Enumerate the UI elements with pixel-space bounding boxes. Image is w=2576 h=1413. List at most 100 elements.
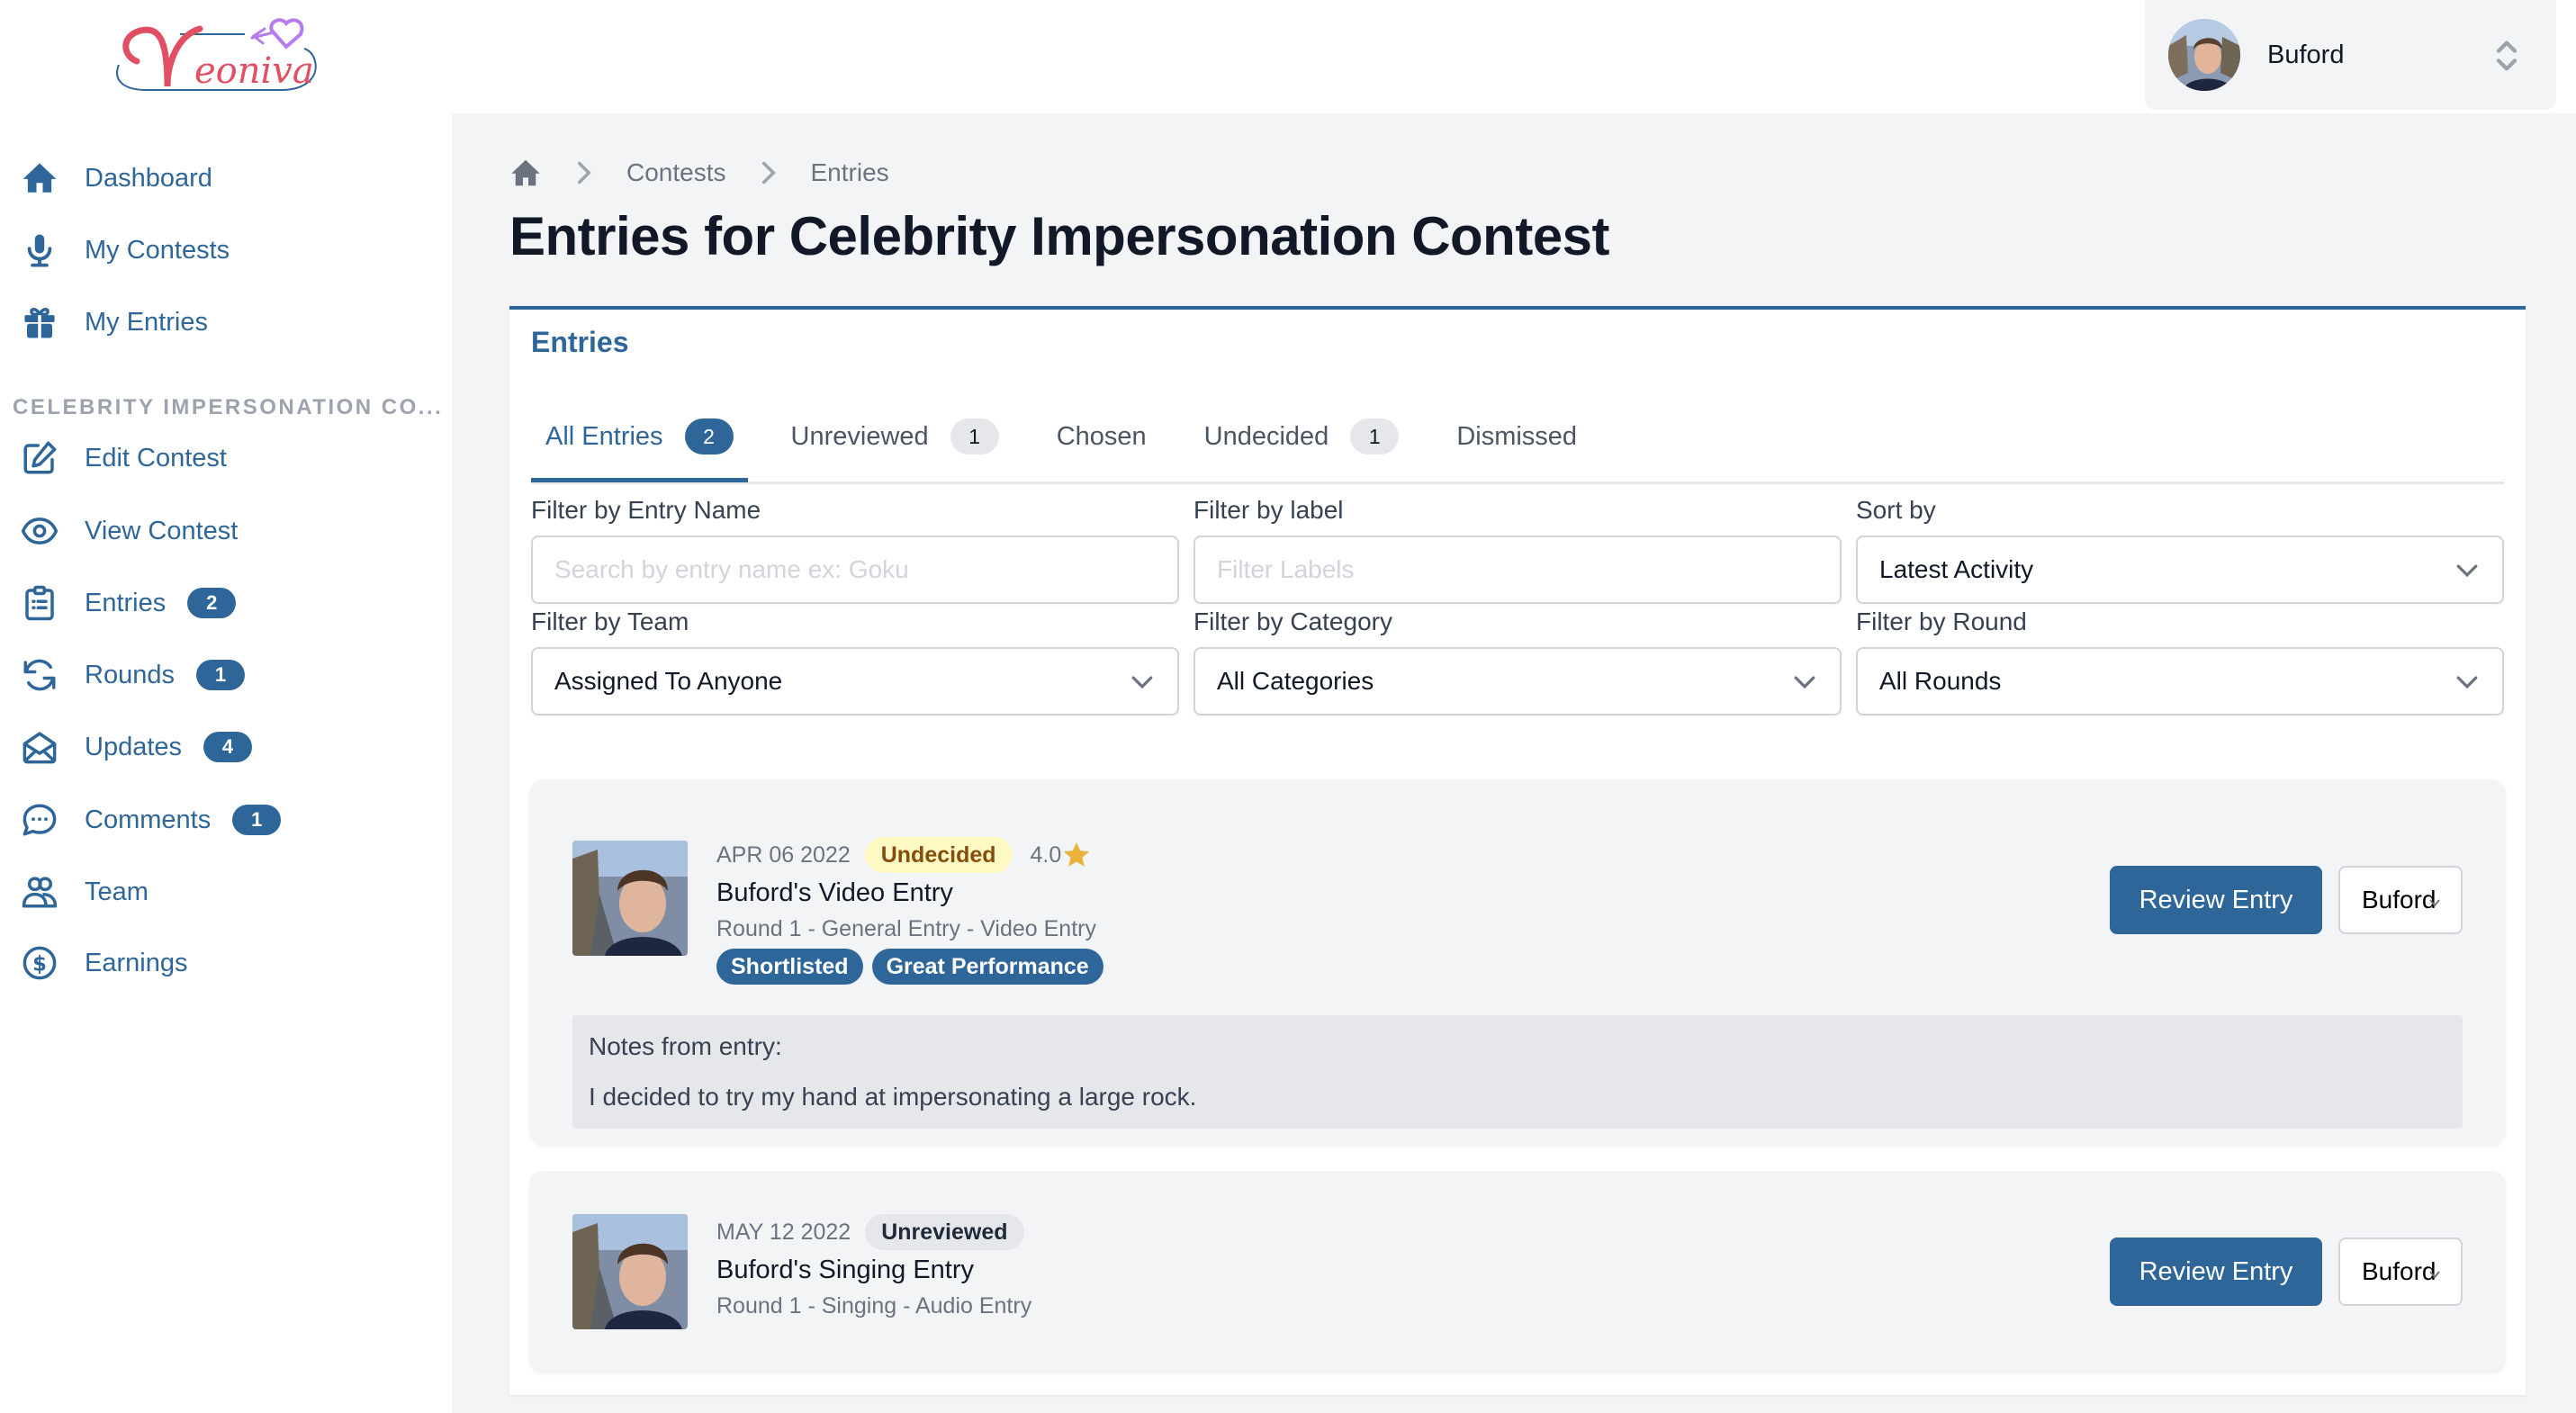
- notes-text: I decided to try my hand at impersonatin…: [589, 1083, 1197, 1111]
- notes-heading: Notes from entry:: [589, 1032, 782, 1060]
- assignee-select[interactable]: Buford: [2338, 1238, 2463, 1306]
- label-pill: Shortlisted: [716, 949, 863, 985]
- entry-thumbnail[interactable]: [572, 1214, 688, 1329]
- home-icon: [20, 158, 59, 198]
- filter-label: Filter by Entry Name: [531, 496, 761, 524]
- updates-count-badge: 4: [203, 732, 253, 762]
- entry-rating: 4.0: [1031, 840, 1093, 870]
- filter-entry-name: Filter by Entry Name: [531, 494, 1179, 604]
- entry-date: APR 06 2022: [716, 842, 851, 868]
- select-value: Latest Activity: [1879, 555, 2034, 583]
- review-entry-button[interactable]: Review Entry: [2110, 1238, 2322, 1306]
- entry-labels: Shortlisted Great Performance: [716, 949, 1112, 985]
- status-badge: Unreviewed: [865, 1214, 1024, 1250]
- tab-chosen[interactable]: Chosen: [1042, 405, 1161, 468]
- entry-status-tabs: All Entries 2 Unreviewed 1 Chosen Undeci…: [531, 405, 2504, 484]
- page-title: Entries for Celebrity Impersonation Cont…: [509, 206, 1610, 266]
- breadcrumb-entries-link[interactable]: Entries: [811, 158, 889, 187]
- sidebar-item-comments[interactable]: Comments 1: [20, 795, 282, 845]
- entry-title[interactable]: Buford's Singing Entry: [716, 1256, 974, 1285]
- sidebar-item-label: Comments: [85, 805, 212, 834]
- eye-icon: [20, 511, 59, 551]
- sidebar-item-rounds[interactable]: Rounds 1: [20, 650, 245, 700]
- entries-count-badge: 2: [187, 588, 237, 618]
- svg-text:$: $: [32, 952, 47, 976]
- select-value: Assigned To Anyone: [554, 667, 783, 695]
- users-icon: [20, 872, 59, 912]
- chevron-right-icon: [761, 161, 776, 184]
- sidebar-item-label: Team: [85, 877, 149, 906]
- sidebar-item-my-entries[interactable]: My Entries: [20, 297, 208, 347]
- star-icon: [1064, 842, 1090, 867]
- entry-subtitle: Round 1 - Singing - Audio Entry: [716, 1293, 1032, 1318]
- user-menu-button[interactable]: Buford: [2145, 0, 2556, 110]
- chevron-down-icon: [2429, 899, 2440, 907]
- tab-undecided[interactable]: Undecided 1: [1190, 405, 1414, 468]
- tab-count-badge: 2: [684, 418, 734, 454]
- filter-label-group: Filter by label: [1193, 494, 1842, 604]
- chevron-down-icon: [1794, 676, 1815, 689]
- chevron-right-icon: [578, 161, 591, 184]
- tab-all-entries[interactable]: All Entries 2: [531, 405, 748, 482]
- sidebar-item-label: View Contest: [85, 516, 239, 545]
- sort-by-group: Sort by Latest Activity: [1856, 494, 2504, 604]
- chevron-down-icon: [1131, 676, 1153, 689]
- sidebar-item-label: Entries: [85, 588, 167, 617]
- tab-dismissed[interactable]: Dismissed: [1442, 405, 1591, 468]
- entry-thumbnail[interactable]: [572, 841, 688, 956]
- sidebar-item-team[interactable]: Team: [20, 867, 149, 917]
- sort-by-select[interactable]: Latest Activity: [1856, 536, 2504, 604]
- category-filter-select[interactable]: All Categories: [1193, 647, 1842, 716]
- entry-title[interactable]: Buford's Video Entry: [716, 878, 953, 908]
- assignee-select[interactable]: Buford: [2338, 866, 2463, 934]
- entry-card: MAY 12 2022 Unreviewed Buford's Singing …: [529, 1171, 2506, 1372]
- entry-name-search-input[interactable]: [554, 555, 1156, 584]
- review-entry-button[interactable]: Review Entry: [2110, 866, 2322, 934]
- entry-subtitle: Round 1 - General Entry - Video Entry: [716, 916, 1096, 941]
- sidebar-item-updates[interactable]: Updates 4: [20, 722, 253, 772]
- sidebar-item-my-contests[interactable]: My Contests: [20, 225, 230, 275]
- breadcrumb-home-icon[interactable]: [509, 157, 542, 189]
- neoniva-logo[interactable]: eoniva: [110, 11, 329, 97]
- user-name: Buford: [2267, 40, 2345, 69]
- chevron-down-icon: [2429, 1271, 2440, 1279]
- svg-text:eoniva: eoniva: [194, 50, 314, 92]
- chat-bubble-icon: [20, 800, 59, 840]
- rating-value: 4.0: [1030, 842, 1062, 868]
- entry-meta: APR 06 2022 Undecided 4.0: [716, 837, 1092, 873]
- comments-count-badge: 1: [232, 805, 282, 835]
- team-filter-select[interactable]: Assigned To Anyone: [531, 647, 1179, 716]
- assignee-value: Buford: [2362, 886, 2436, 914]
- sidebar-item-label: Updates: [85, 732, 183, 761]
- chevron-down-icon: [2456, 676, 2478, 689]
- labels-filter-input[interactable]: [1217, 555, 1818, 584]
- breadcrumb-contests-link[interactable]: Contests: [626, 158, 726, 187]
- sidebar-item-entries[interactable]: Entries 2: [20, 578, 237, 628]
- tab-unreviewed[interactable]: Unreviewed 1: [777, 405, 1013, 468]
- rounds-count-badge: 1: [195, 660, 245, 690]
- sidebar-item-label: Edit Contest: [85, 443, 227, 472]
- filter-label: Filter by Team: [531, 608, 689, 635]
- filter-category-group: Filter by Category All Categories: [1193, 606, 1842, 716]
- tab-count-badge: 1: [1350, 418, 1400, 454]
- breadcrumb: Contests Entries: [509, 155, 889, 191]
- sidebar: eoniva Dashboard My Contests My Entries …: [0, 0, 452, 1413]
- sidebar-item-edit-contest[interactable]: Edit Contest: [20, 433, 227, 483]
- tab-count-badge: 1: [950, 418, 999, 454]
- envelope-open-icon: [20, 727, 59, 767]
- select-value: All Categories: [1217, 667, 1374, 695]
- sidebar-item-label: Dashboard: [85, 163, 212, 193]
- tab-label: Chosen: [1056, 421, 1147, 451]
- microphone-icon: [20, 230, 59, 270]
- sidebar-item-dashboard[interactable]: Dashboard: [20, 153, 212, 203]
- filter-entry-name-box: [531, 536, 1179, 604]
- entry-notes: Notes from entry: I decided to try my ha…: [572, 1015, 2463, 1129]
- gift-icon: [20, 302, 59, 342]
- entry-meta: MAY 12 2022 Unreviewed: [716, 1214, 1024, 1250]
- round-filter-select[interactable]: All Rounds: [1856, 647, 2504, 716]
- sidebar-item-earnings[interactable]: $ Earnings: [20, 938, 187, 988]
- sidebar-item-view-contest[interactable]: View Contest: [20, 506, 238, 556]
- filter-round-group: Filter by Round All Rounds: [1856, 606, 2504, 716]
- assignee-value: Buford: [2362, 1257, 2436, 1285]
- filter-label: Filter by Category: [1193, 608, 1392, 635]
